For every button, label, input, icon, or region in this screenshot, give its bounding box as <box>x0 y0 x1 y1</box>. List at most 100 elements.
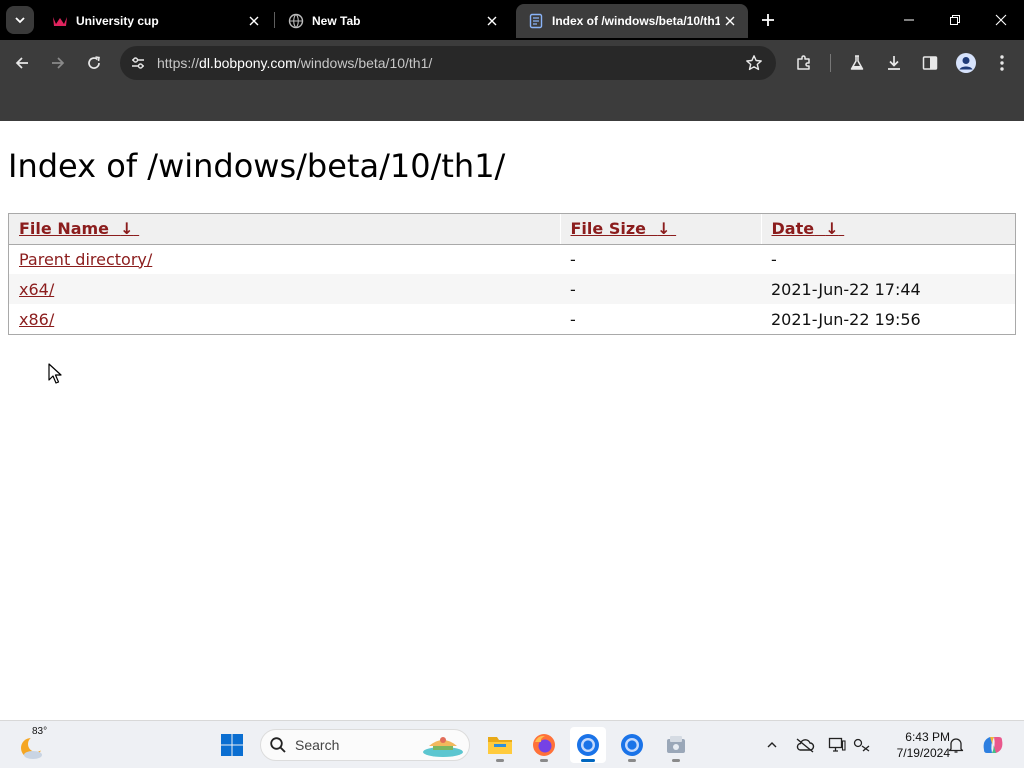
chevron-up-icon <box>767 742 777 748</box>
file-name-cell: x86/ <box>9 304 560 334</box>
file-name-cell: Parent directory/ <box>9 244 560 274</box>
sort-arrow-icon: ↓ <box>825 219 839 239</box>
url-scheme: https:// <box>157 55 200 71</box>
file-name-cell: x64/ <box>9 274 560 304</box>
page-content: Index of /windows/beta/10/th1/ File Name… <box>0 121 1024 720</box>
search-placeholder: Search <box>295 737 340 753</box>
menu-button[interactable] <box>989 50 1015 76</box>
search-highlight-icon <box>423 737 463 757</box>
minimize-button[interactable] <box>886 0 932 40</box>
tune-icon <box>132 57 144 69</box>
url-path: /windows/beta/10/th1/ <box>296 55 433 71</box>
restore-icon <box>950 15 960 25</box>
star-icon <box>746 55 762 71</box>
downloads-button[interactable] <box>881 50 907 76</box>
x86-folder-link[interactable]: x86/ <box>19 310 54 329</box>
browser-toolbar: https://dl.bobpony.com/windows/beta/10/t… <box>0 40 1024 86</box>
firefox-button[interactable] <box>526 727 562 763</box>
close-icon <box>995 14 1007 26</box>
file-size-cell: - <box>570 249 576 269</box>
forward-button[interactable] <box>45 50 71 76</box>
close-icon[interactable] <box>720 11 740 31</box>
sort-link-date[interactable]: Date ↓ <box>772 219 845 238</box>
taskbar: 83° Search 6:43 PM 7/19/2024 <box>0 720 1024 768</box>
puzzle-icon <box>797 55 810 70</box>
parent-directory-link[interactable]: Parent directory/ <box>19 250 152 269</box>
chrome-profile-button[interactable] <box>614 727 650 763</box>
side-panel-button[interactable] <box>917 50 943 76</box>
back-button[interactable] <box>9 50 35 76</box>
date-cell: 2021-Jun-22 17:44 <box>761 274 1015 304</box>
chrome-icon <box>621 734 643 756</box>
file-table: File Name ↓ File Size ↓ Date ↓ Parent di… <box>9 214 1015 334</box>
url-text[interactable]: https://dl.bobpony.com/windows/beta/10/t… <box>157 55 432 71</box>
tab-strip: University cup New Tab Index of /windows… <box>0 0 1024 40</box>
column-header-date[interactable]: Date ↓ <box>760 214 1015 245</box>
weather-temp: 83° <box>32 726 48 737</box>
tab-search-button[interactable] <box>6 6 34 34</box>
column-header-file-name[interactable]: File Name ↓ <box>9 214 560 245</box>
page-title: Index of /windows/beta/10/th1/ <box>8 147 506 185</box>
file-size-cell: - <box>570 309 576 329</box>
start-button[interactable] <box>214 727 250 763</box>
display-button[interactable] <box>825 733 849 757</box>
url-host: dl.bobpony.com <box>199 55 297 71</box>
notifications-button[interactable] <box>944 733 968 757</box>
globe-icon <box>288 13 304 29</box>
tab-title: University cup <box>76 14 159 28</box>
copilot-button[interactable] <box>980 732 1006 758</box>
app-button[interactable] <box>658 727 694 763</box>
table-header-row: File Name ↓ File Size ↓ Date ↓ <box>9 214 1015 245</box>
column-header-file-size[interactable]: File Size ↓ <box>559 214 761 245</box>
close-icon[interactable] <box>482 11 502 31</box>
clock[interactable]: 6:43 PM 7/19/2024 <box>876 729 950 761</box>
file-explorer-button[interactable] <box>482 727 518 763</box>
file-size-cell: - <box>560 274 761 304</box>
column-label: File Size <box>570 219 647 239</box>
table-row: x86/ - 2021-Jun-22 19:56 <box>9 304 1015 334</box>
tab-university-cup[interactable]: University cup <box>40 4 272 38</box>
crown-icon <box>52 13 68 29</box>
mouse-cursor-icon <box>48 363 62 384</box>
toolbar-separator <box>830 54 831 72</box>
sort-link-file-size[interactable]: File Size ↓ <box>571 219 677 238</box>
tab-new-tab[interactable]: New Tab <box>276 4 510 38</box>
sort-arrow-icon: ↓ <box>657 219 671 239</box>
firefox-icon <box>533 734 555 756</box>
folder-icon <box>488 737 512 754</box>
address-bar[interactable]: https://dl.bobpony.com/windows/beta/10/t… <box>120 46 776 80</box>
arrow-right-icon <box>52 57 65 69</box>
profile-button[interactable] <box>953 50 979 76</box>
date-cell: 2021-Jun-22 19:56 <box>771 309 921 329</box>
chrome-button[interactable] <box>570 727 606 763</box>
x64-folder-link[interactable]: x64/ <box>19 280 54 299</box>
show-hidden-icons-button[interactable] <box>760 733 784 757</box>
tab-index-of[interactable]: Index of /windows/beta/10/th1/ <box>516 4 748 38</box>
tab-title: Index of /windows/beta/10/th1/ <box>552 14 720 28</box>
close-window-button[interactable] <box>978 0 1024 40</box>
search-icon <box>270 737 286 753</box>
bookmark-button[interactable] <box>742 51 766 75</box>
extensions-button[interactable] <box>791 50 817 76</box>
restore-button[interactable] <box>932 0 978 40</box>
site-info-button[interactable] <box>126 51 150 75</box>
chrome-icon <box>577 734 599 756</box>
plus-icon <box>762 14 774 26</box>
labs-button[interactable] <box>844 50 870 76</box>
minimize-icon <box>904 19 914 21</box>
weather-widget[interactable]: 83° <box>18 726 52 762</box>
table-row: x64/ - 2021-Jun-22 17:44 <box>9 274 1015 304</box>
arrow-left-icon <box>15 57 28 69</box>
sort-link-file-name[interactable]: File Name ↓ <box>19 219 139 238</box>
table-row: Parent directory/ - - <box>9 244 1015 274</box>
file-listing: File Name ↓ File Size ↓ Date ↓ Parent di… <box>8 213 1016 335</box>
reload-button[interactable] <box>81 50 107 76</box>
column-label: File Name <box>19 219 110 239</box>
more-vert-icon <box>1000 55 1004 71</box>
new-tab-button[interactable] <box>756 8 780 32</box>
close-icon[interactable] <box>244 11 264 31</box>
monitor-icon <box>828 737 846 752</box>
onedrive-button[interactable] <box>793 733 817 757</box>
taskbar-search[interactable]: Search <box>260 729 470 761</box>
network-button[interactable] <box>850 733 874 757</box>
